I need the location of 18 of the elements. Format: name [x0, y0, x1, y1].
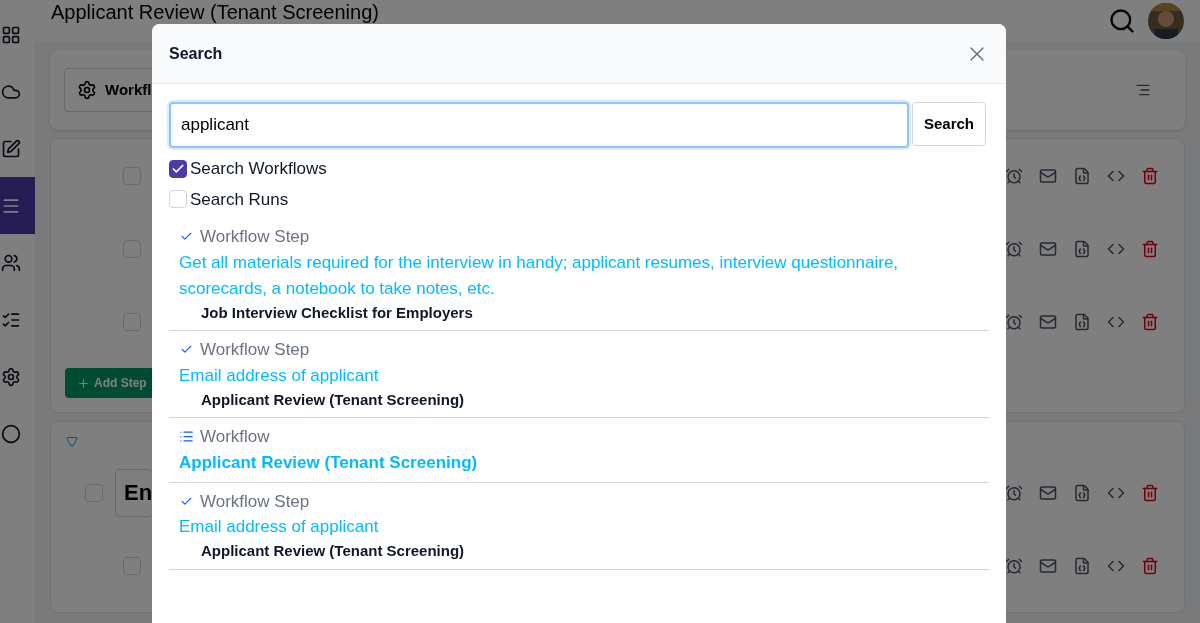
result-parent: Applicant Review (Tenant Screening)	[200, 541, 466, 561]
search-field[interactable]: applicant	[169, 102, 909, 148]
option-label: Search Runs	[190, 188, 289, 211]
search-result[interactable]: Workflow Step Email address of applicant Applicant Review (Tenant Screening)	[169, 482, 989, 570]
dialog-title: Search	[169, 43, 223, 64]
step-name-field[interactable]: En	[115, 468, 154, 517]
result-type: Workflow Step	[200, 339, 310, 361]
search-result[interactable]: Workflow Step Email address of applicant Applicant Review (Tenant Screening)	[169, 331, 989, 418]
result-type: Workflow Step	[200, 226, 310, 248]
result-type: Workflow	[200, 426, 270, 448]
result-parent: Applicant Review (Tenant Screening)	[200, 389, 466, 410]
result-type: Workflow Step	[200, 490, 310, 513]
page-title: Applicant Review (Tenant Screening)	[51, 1, 379, 23]
option-label: Search Workflows	[190, 158, 327, 180]
search-result[interactable]: Workflow Step Get all materials required for the interview in handy; applicant resumes, interview questionnaire, scorecards, a notebook to take notes, etc. Job Interview Checklist for Employers	[169, 218, 989, 331]
result-parent: Job Interview Checklist for Employers	[200, 302, 474, 323]
search-button[interactable]: Search	[912, 102, 987, 146]
search-result[interactable]: Workflow Applicant Review (Tenant Screening)	[169, 418, 989, 483]
